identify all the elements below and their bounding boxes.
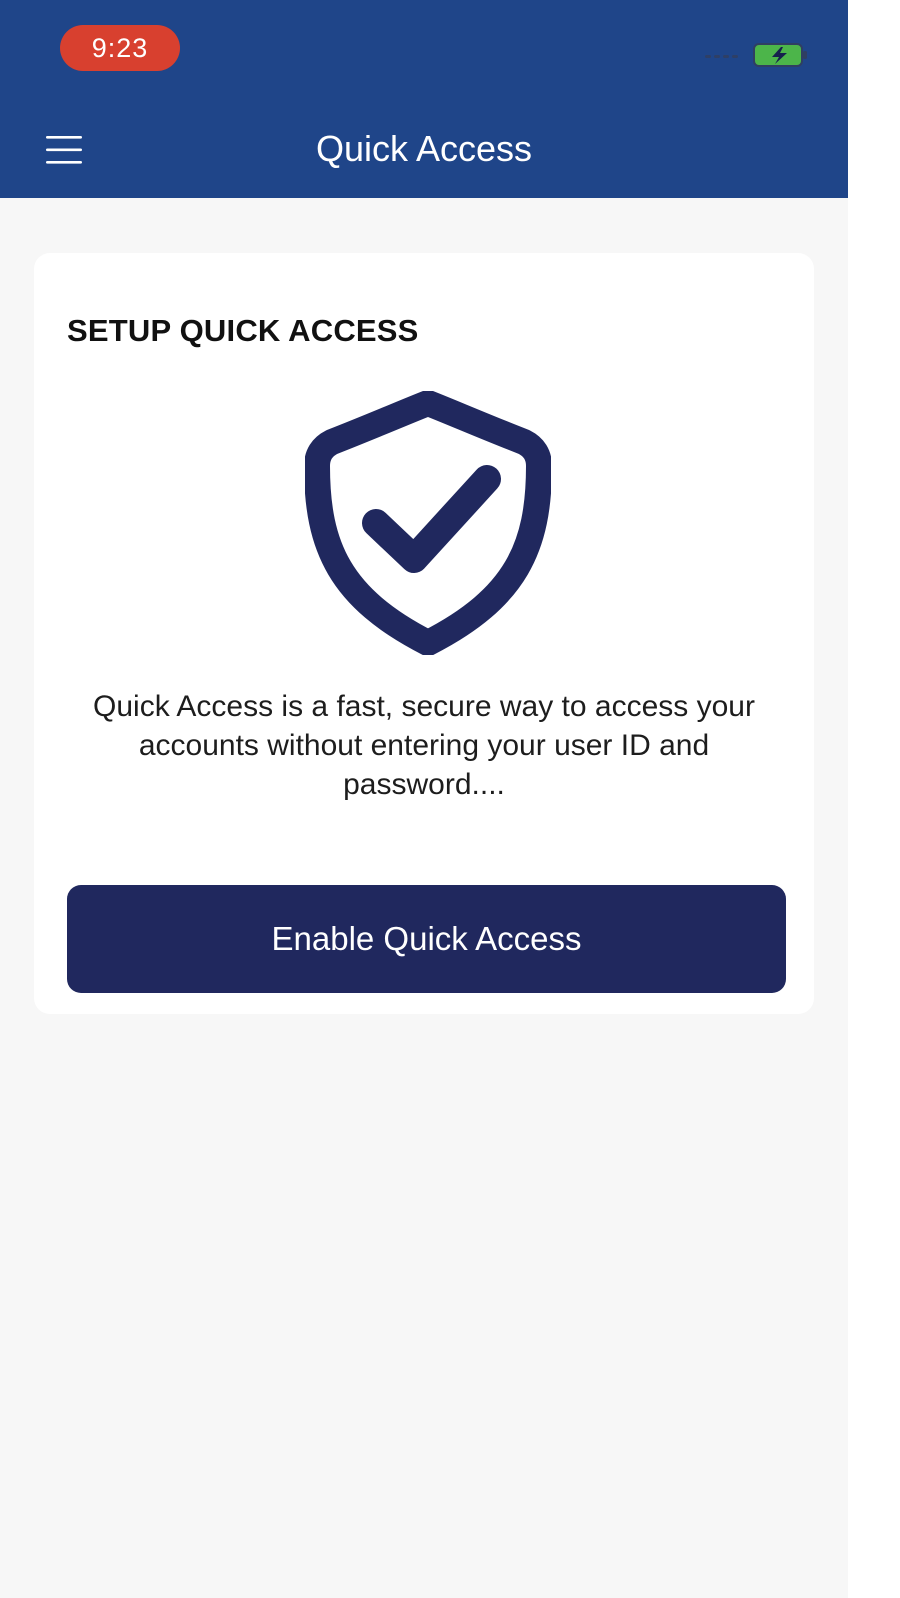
charging-battery-icon	[753, 43, 807, 67]
app-screen: 9:23 Quick Access SETUP QUICK ACCESS Qui…	[0, 0, 848, 1598]
shield-check-icon	[305, 391, 551, 655]
menu-button[interactable]	[36, 124, 92, 176]
app-header: 9:23 Quick Access	[0, 0, 848, 198]
quick-access-card: SETUP QUICK ACCESS Quick Access is a fas…	[34, 253, 814, 1014]
signal-dots-icon	[705, 55, 743, 63]
card-description: Quick Access is a fast, secure way to ac…	[93, 690, 755, 801]
card-title: SETUP QUICK ACCESS	[67, 313, 419, 348]
hamburger-menu-icon	[46, 136, 82, 164]
page-title: Quick Access	[315, 128, 533, 169]
status-time: 9:23	[60, 25, 180, 71]
enable-quick-access-button[interactable]: Enable Quick Access	[67, 885, 786, 993]
